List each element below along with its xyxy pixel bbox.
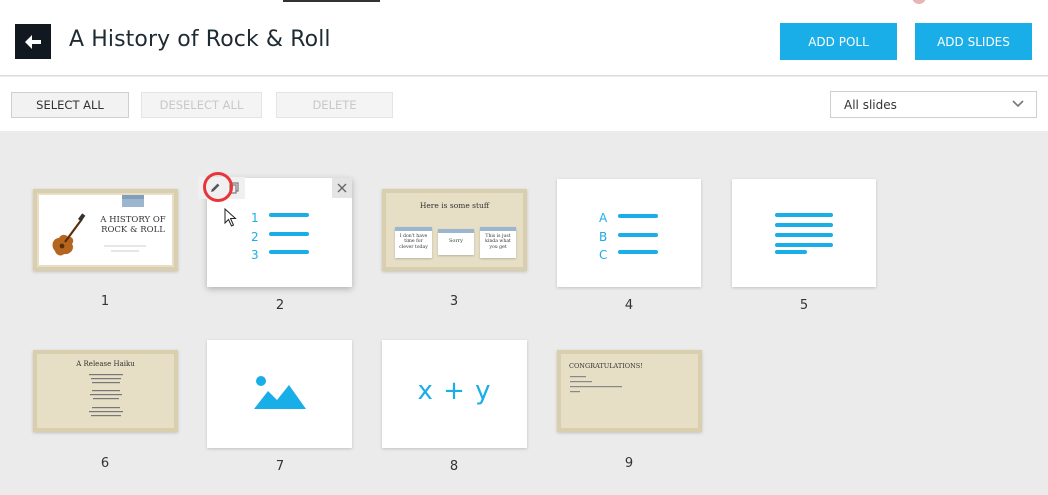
slide-4-marker-a: A <box>599 211 608 225</box>
deselect-all-button[interactable]: DESELECT ALL <box>141 92 262 118</box>
slide-2-marker-2: 2 <box>251 229 259 244</box>
slide-3-card-1: I don't have time for clever today <box>395 227 432 258</box>
add-slides-button[interactable]: ADD SLIDES <box>915 23 1032 60</box>
slide-thumbnail-1[interactable]: A HISTORY OF ROCK & ROLL <box>33 189 178 271</box>
slide-1-title-line-1: A HISTORY OF <box>100 215 166 225</box>
slide-9-title: CONGRATULATIONS! <box>569 362 643 370</box>
top-avatar-fragment <box>912 0 926 4</box>
arrow-left-icon <box>25 34 41 49</box>
header-bar: A History of Rock & Roll ADD POLL ADD SL… <box>0 0 1048 76</box>
selection-toolbar: SELECT ALL DESELECT ALL DELETE All slide… <box>0 77 1048 131</box>
highlight-ring <box>203 172 233 202</box>
select-all-button[interactable]: SELECT ALL <box>11 92 129 118</box>
slide-thumbnail-8[interactable]: x + y <box>382 340 527 448</box>
slide-3-title: Here is some stuff <box>419 201 490 210</box>
slide-thumbnail-6[interactable]: A Release Haiku <box>33 350 178 432</box>
slide-1-title: A HISTORY OF ROCK & ROLL <box>95 215 171 235</box>
slide-number-8: 8 <box>449 459 459 474</box>
slide-number-7: 7 <box>275 459 285 474</box>
slide-3-card-3: This is just kinda what you get <box>480 227 516 258</box>
page-title: A History of Rock & Roll <box>69 27 331 52</box>
slide-4-markers: A B C <box>599 209 607 265</box>
slide-thumbnail-4[interactable]: A B C <box>557 179 701 287</box>
slide-number-5: 5 <box>799 298 809 313</box>
slide-2-marker-3: 3 <box>251 248 259 262</box>
slide-thumbnail-9[interactable]: CONGRATULATIONS! <box>557 350 702 432</box>
slide-2-marker-1: 1 <box>251 211 259 225</box>
slide-number-3: 3 <box>449 294 459 309</box>
slide-number-2: 2 <box>275 298 285 313</box>
slide-2-markers: 1 2 3 <box>251 209 259 265</box>
mouse-pointer-icon <box>224 208 237 227</box>
slide-number-1: 1 <box>100 294 110 309</box>
slide-3-card-2: Sorry <box>438 229 474 255</box>
image-icon <box>254 376 306 409</box>
slide-4-marker-b: B <box>599 229 608 244</box>
slide-2-close-button[interactable] <box>332 178 352 198</box>
slide-thumbnail-7[interactable] <box>207 340 352 448</box>
slide-8-formula: x + y <box>417 376 492 406</box>
text-lines-icon <box>775 213 833 254</box>
slide-filter-value: All slides <box>844 97 897 112</box>
slide-filter-select[interactable]: All slides <box>830 91 1037 118</box>
add-poll-button[interactable]: ADD POLL <box>780 23 897 60</box>
slide-4-marker-c: C <box>599 248 608 262</box>
lettered-list-icon <box>618 214 658 254</box>
slide-number-6: 6 <box>100 456 110 471</box>
chevron-down-icon <box>1012 100 1024 108</box>
slide-thumbnail-3[interactable]: Here is some stuff I don't have time for… <box>382 189 527 271</box>
slide-number-9: 9 <box>624 456 634 471</box>
close-icon <box>337 183 347 193</box>
slide-thumbnail-5[interactable] <box>732 179 876 287</box>
slide-1-title-line-2: ROCK & ROLL <box>101 225 165 235</box>
delete-button[interactable]: DELETE <box>276 92 393 118</box>
back-button[interactable] <box>15 24 51 59</box>
top-nav-underline <box>283 0 380 2</box>
slide-number-4: 4 <box>624 298 634 313</box>
slide-6-title: A Release Haiku <box>76 360 135 368</box>
